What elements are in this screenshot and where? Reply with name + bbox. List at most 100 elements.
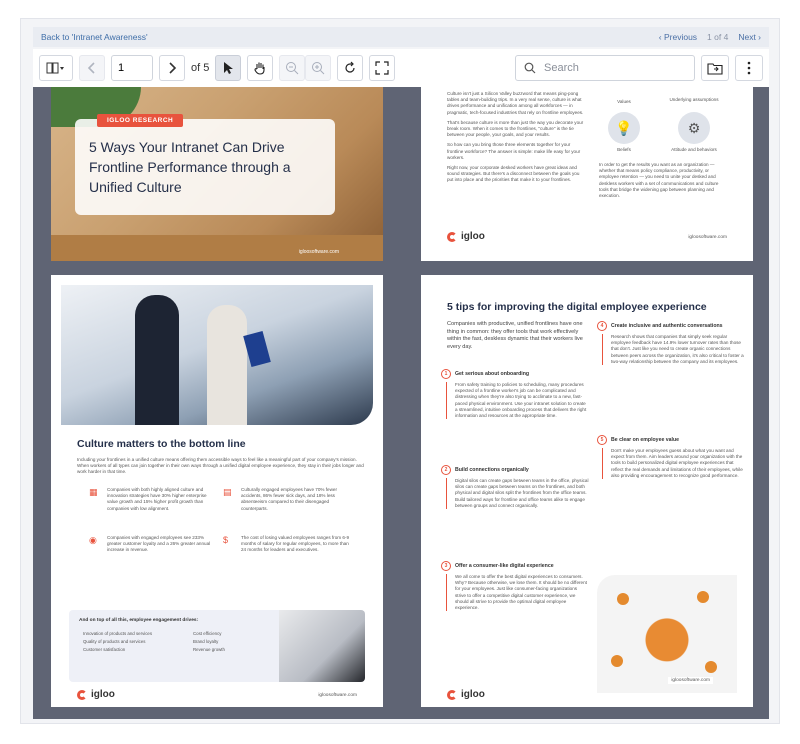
hand-icon [254, 62, 265, 75]
business-people-photo [61, 285, 373, 425]
tip-item: 4 Create inclusive and authentic conversa… [597, 321, 745, 366]
chevron-left-icon [87, 62, 95, 74]
tip-body: From safety training to policies to sche… [446, 382, 589, 420]
open-folder-button[interactable] [701, 55, 729, 81]
call-center-photo [279, 610, 365, 682]
page-heading: Culture matters to the bottom line [77, 438, 246, 450]
logo-text: igloo [461, 689, 485, 700]
igloo-mark-icon [447, 689, 457, 700]
tip-number: 3 [441, 561, 451, 571]
person-icon: ◉ [89, 535, 97, 545]
search-field[interactable]: Search [515, 55, 695, 81]
cursor-icon [224, 62, 234, 74]
tip-number: 2 [441, 465, 451, 475]
tip-body: Digital silos can create gaps between te… [446, 478, 589, 510]
zoom-in-icon [312, 62, 325, 75]
search-placeholder: Search [544, 62, 579, 74]
more-options-button[interactable] [735, 55, 763, 81]
tip-body: Research shows that companies that simpl… [602, 334, 745, 366]
dollar-icon: $ [223, 535, 229, 545]
position-indicator: 1 of 4 [707, 32, 729, 42]
stat-item: ▦ Companies with both highly aligned cul… [89, 487, 217, 512]
list-item: Customer satisfaction [83, 647, 126, 652]
cover-url: igloosoftware.com [298, 249, 339, 255]
page-url: igloosoftware.com [668, 677, 713, 684]
stat-item: ▤ Culturally engaged employees have 70% … [223, 487, 351, 512]
page-3: Culture matters to the bottom line Inclu… [51, 275, 383, 707]
label-attitude-behaviors: Attitude and behaviors [671, 147, 717, 152]
chair [611, 655, 623, 667]
tip-body: Don't make your employees guess about wh… [602, 448, 745, 480]
chair [697, 591, 709, 603]
stat-item: ◉ Companies with engaged employees see 2… [89, 535, 217, 554]
next-link[interactable]: Next › [738, 32, 761, 42]
lead-text: Companies with productive, unified front… [447, 321, 583, 350]
paragraph: Culture isn't just a Silicon Valley buzz… [447, 91, 584, 115]
next-page-button[interactable] [159, 55, 185, 81]
document-viewer-frame: Back to 'Intranet Awareness' ‹ Previous … [20, 18, 780, 724]
desk-surface [51, 235, 383, 261]
tip-item: 1 Get serious about onboarding From safet… [441, 369, 589, 420]
tip-item: 3 Offer a consumer-like digital experienc… [441, 561, 589, 612]
stat-text: Culturally engaged employees have 70% fe… [241, 487, 338, 511]
rotate-button[interactable] [337, 55, 364, 81]
layout-button[interactable] [39, 55, 73, 81]
previous-link[interactable]: ‹ Previous [659, 32, 697, 42]
previous-page-button[interactable] [79, 55, 105, 81]
tip-body: We all come to offer the best digital ex… [446, 574, 589, 612]
list-item: Innovation of products and services [83, 631, 153, 636]
page-url: igloosoftware.com [318, 693, 357, 698]
label-underlying-assumptions: Underlying assumptions [669, 97, 719, 102]
igloo-logo: igloo [77, 689, 115, 700]
drives-list-1: Innovation of products and services Qual… [83, 630, 152, 654]
closing-text: In order to get the results you want as … [599, 162, 719, 199]
tip-number: 1 [441, 369, 451, 379]
culture-intro-text: Culture isn't just a Silicon Valley buzz… [447, 91, 587, 188]
igloo-mark-icon [447, 231, 457, 242]
tip-title: Create inclusive and authentic conversat… [611, 323, 723, 329]
zoom-in-button[interactable] [305, 55, 332, 81]
pdf-toolbar: 1 of 5 Search [33, 49, 769, 87]
tip-item: 5 Be clear on employee value Don't make y… [597, 435, 745, 480]
stat-text: Companies with engaged employees see 233… [107, 535, 211, 553]
tip-number: 4 [597, 321, 607, 331]
chart-icon: ▦ [89, 487, 98, 497]
more-vertical-icon [747, 61, 751, 75]
man-figure [135, 295, 179, 425]
logo-text: igloo [461, 231, 485, 242]
label-beliefs: Beliefs [617, 147, 631, 152]
engagement-box: And on top of all this, employee engagem… [69, 610, 365, 682]
select-tool-button[interactable] [215, 55, 242, 81]
paragraph: That's because culture is more than just… [447, 119, 584, 138]
viewer-nav-bar: Back to 'Intranet Awareness' ‹ Previous … [33, 27, 769, 47]
cover-title: 5 Ways Your Intranet Can Drive Frontline… [89, 139, 291, 195]
stat-item: $ The cost of losing valued employees ra… [223, 535, 351, 554]
paragraph: Right now, your corporate desked workers… [447, 165, 580, 183]
tip-title: Get serious about onboarding [455, 371, 530, 377]
document-canvas[interactable]: IGLOO RESEARCH 5 Ways Your Intranet Can … [33, 87, 769, 719]
woman-figure [207, 305, 247, 425]
stat-text: Companies with both highly aligned cultu… [107, 487, 207, 511]
blue-folder [243, 330, 271, 368]
tip-title: Be clear on employee value [611, 437, 680, 443]
lightbulb-icon: 💡 [608, 112, 640, 144]
fullscreen-button[interactable] [369, 55, 396, 81]
pan-tool-button[interactable] [247, 55, 274, 81]
folder-icon [707, 63, 723, 75]
back-link[interactable]: Back to 'Intranet Awareness' [41, 32, 148, 42]
paragraph: So how can you bring those three element… [447, 142, 581, 160]
tip-title: Offer a consumer-like digital experience [455, 563, 554, 569]
chair [705, 661, 717, 673]
label-values: Values [617, 99, 631, 104]
chair [617, 593, 629, 605]
zoom-out-button[interactable] [279, 55, 306, 81]
page-number-input[interactable]: 1 [111, 55, 153, 81]
page-count: of 5 [191, 62, 210, 74]
layout-grid-icon [46, 62, 64, 74]
gears-icon: ⚙ [678, 112, 710, 144]
stat-text: The cost of losing valued employees rang… [241, 535, 350, 553]
rotate-icon [345, 61, 355, 73]
zoom-out-icon [286, 62, 299, 75]
page-4: 5 tips for improving the digital employe… [421, 275, 753, 707]
page-url: igloosoftware.com [688, 235, 727, 240]
